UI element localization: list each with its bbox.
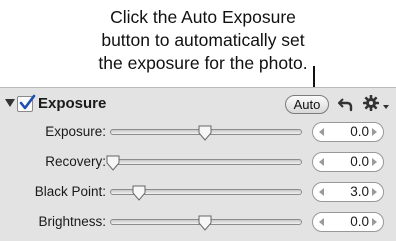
exposure-value-stepper[interactable]: 0.0 — [312, 122, 384, 142]
exposure-label: Exposure: — [45, 124, 106, 139]
slider-row-black-point: Black Point: 3.0 — [0, 178, 396, 206]
decrement-arrow-icon[interactable] — [319, 158, 324, 166]
decrement-arrow-icon[interactable] — [319, 218, 324, 226]
slider-row-brightness: Brightness: 0.0 — [0, 208, 396, 236]
exposure-panel: Exposure Auto Exposure: 0.0 Recovery: 0.… — [0, 87, 396, 241]
menu-caret-icon[interactable] — [383, 105, 389, 109]
black-point-value[interactable]: 3.0 — [327, 184, 369, 199]
recovery-slider-track[interactable] — [110, 159, 302, 165]
slider-row-recovery: Recovery: 0.0 — [0, 148, 396, 176]
black-point-slider-thumb[interactable] — [132, 185, 146, 201]
increment-arrow-icon[interactable] — [372, 128, 377, 136]
increment-arrow-icon[interactable] — [372, 188, 377, 196]
callout-line-3: the exposure for the photo. — [98, 53, 308, 73]
slider-row-exposure: Exposure: 0.0 — [0, 118, 396, 146]
section-title: Exposure — [38, 95, 107, 112]
brightness-slider-thumb[interactable] — [198, 215, 212, 231]
black-point-label: Black Point: — [34, 184, 106, 199]
callout-text: Click the Auto Exposure button to automa… — [58, 6, 348, 75]
black-point-value-stepper[interactable]: 3.0 — [312, 182, 384, 202]
callout-line-1: Click the Auto Exposure — [110, 7, 296, 27]
increment-arrow-icon[interactable] — [372, 158, 377, 166]
decrement-arrow-icon[interactable] — [319, 188, 324, 196]
exposure-header: Exposure Auto — [0, 88, 396, 121]
recovery-label: Recovery: — [45, 154, 106, 169]
disclosure-triangle-icon[interactable] — [5, 99, 15, 107]
brightness-label: Brightness: — [38, 214, 106, 229]
exposure-value[interactable]: 0.0 — [327, 124, 369, 139]
recovery-value[interactable]: 0.0 — [327, 154, 369, 169]
recovery-slider-thumb[interactable] — [106, 155, 120, 171]
checkmark-icon — [19, 94, 36, 110]
gear-icon[interactable] — [362, 94, 380, 112]
exposure-slider-thumb[interactable] — [198, 125, 212, 141]
decrement-arrow-icon[interactable] — [319, 128, 324, 136]
brightness-value[interactable]: 0.0 — [327, 214, 369, 229]
brightness-value-stepper[interactable]: 0.0 — [312, 212, 384, 232]
increment-arrow-icon[interactable] — [372, 218, 377, 226]
recovery-value-stepper[interactable]: 0.0 — [312, 152, 384, 172]
reset-arrow-icon[interactable] — [338, 96, 354, 112]
callout-line-2: button to automatically set — [101, 30, 305, 50]
auto-exposure-button[interactable]: Auto — [285, 95, 329, 114]
exposure-enable-checkbox[interactable] — [17, 94, 36, 112]
